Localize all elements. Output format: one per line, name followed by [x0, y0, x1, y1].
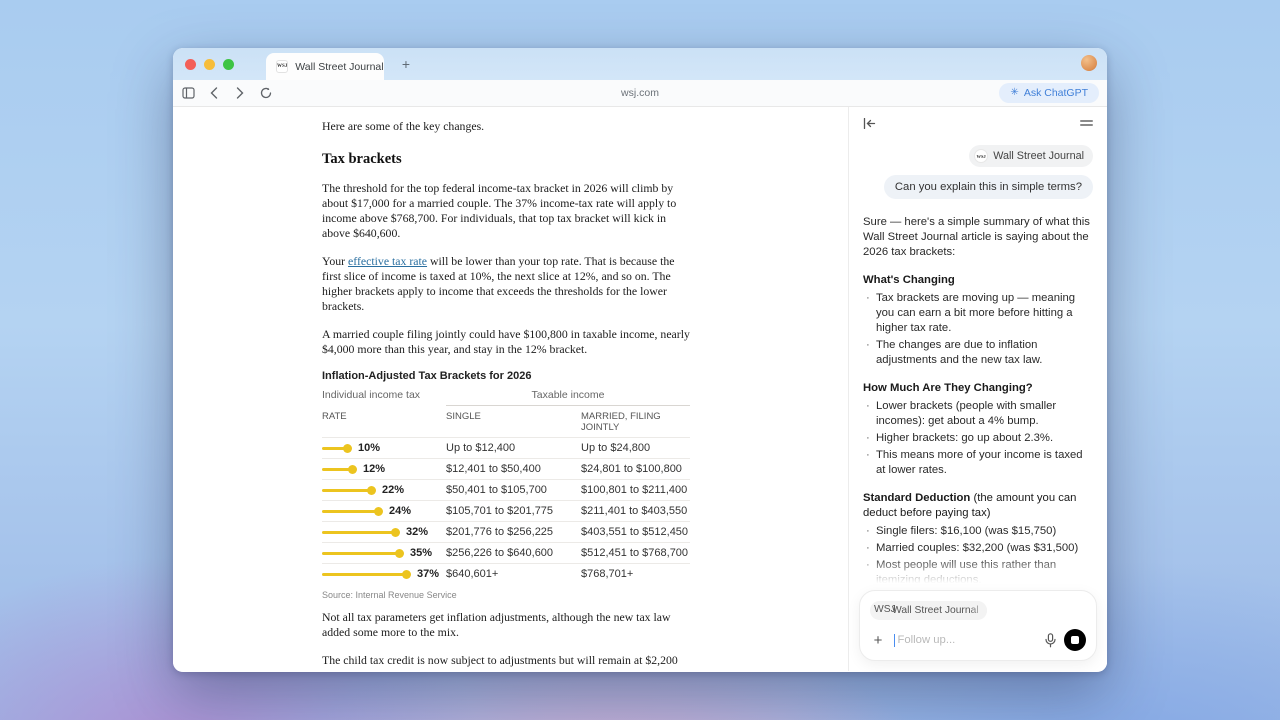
col-rate: RATE	[322, 411, 446, 433]
tab-bar: WSJ Wall Street Journal +	[173, 48, 1107, 80]
back-icon[interactable]	[203, 83, 225, 103]
col-single: SINGLE	[446, 411, 581, 433]
table-left-header: Individual income tax	[322, 389, 446, 406]
wsj-source-icon: WSJ	[974, 149, 988, 163]
chat-thread: WSJ Wall Street Journal Can you explain …	[849, 139, 1107, 590]
table-title: Inflation-Adjusted Tax Brackets for 2026	[322, 370, 690, 382]
col-married: MARRIED, FILING JOINTLY	[581, 411, 690, 433]
browser-toolbar: wsj.com ✳ Ask ChatGPT	[173, 80, 1107, 107]
rate-bar	[322, 447, 348, 450]
bullet-item: The changes are due to inflation adjustm…	[863, 338, 1093, 368]
tab-wall-street-journal[interactable]: WSJ Wall Street Journal	[266, 53, 384, 80]
article-paragraph: The child tax credit is now subject to a…	[322, 653, 690, 671]
wsj-favicon-icon: WSJ	[276, 60, 288, 73]
rate-bar	[322, 510, 379, 513]
bullet-item: Tax brackets are moving up — meaning you…	[863, 291, 1093, 336]
context-chip[interactable]: WSJ Wall Street Journal	[969, 145, 1093, 167]
new-tab-button[interactable]: +	[396, 54, 416, 74]
composer-context-chip[interactable]: WSJ Wall Street Journal	[870, 601, 987, 620]
rate-bar	[322, 531, 396, 534]
section-heading: What's Changing	[863, 273, 1093, 288]
table-source: Source: Internal Revenue Service	[322, 590, 690, 600]
stop-generating-button[interactable]	[1064, 629, 1086, 651]
article-paragraph: Not all tax parameters get inflation adj…	[322, 610, 690, 640]
section-heading: Standard Deduction (the amount you can d…	[863, 491, 1093, 521]
forward-icon[interactable]	[229, 83, 251, 103]
bullet-item: Single filers: $16,100 (was $15,750)	[863, 524, 1093, 539]
table-row: 37% $640,601+$768,701+	[322, 563, 690, 584]
sidebar-toggle-icon[interactable]	[177, 83, 199, 103]
reload-icon[interactable]	[255, 83, 277, 103]
follow-up-text-field[interactable]	[897, 634, 1037, 646]
bullet-list: Single filers: $16,100 (was $15,750) Mar…	[863, 524, 1093, 588]
bullet-item: Lower brackets (people with smaller inco…	[863, 399, 1093, 429]
bullet-item: Married couples: $32,200 (was $31,500)	[863, 541, 1093, 556]
ask-chatgpt-button[interactable]: ✳ Ask ChatGPT	[999, 83, 1099, 103]
rate-bar	[322, 573, 407, 576]
bullet-item: Higher brackets: go up about 2.3%.	[863, 431, 1093, 446]
window-controls	[185, 59, 234, 70]
tab-title: Wall Street Journal	[295, 61, 383, 73]
text-cursor	[894, 634, 895, 647]
table-row: 24% $105,701 to $201,775$211,401 to $403…	[322, 500, 690, 521]
address-bar[interactable]: wsj.com	[621, 87, 659, 99]
article-paragraph: Your effective tax rate will be lower th…	[322, 254, 690, 314]
composer-chip-label: Wall Street Journal	[892, 605, 979, 616]
table-row: 12% $12,401 to $50,400$24,801 to $100,80…	[322, 458, 690, 479]
reply-intro: Sure — here's a simple summary of what t…	[863, 215, 1093, 260]
minimize-window-button[interactable]	[204, 59, 215, 70]
section-heading: How Much Are They Changing?	[863, 381, 1093, 396]
close-window-button[interactable]	[185, 59, 196, 70]
profile-avatar[interactable]	[1081, 55, 1097, 71]
assistant-message: Sure — here's a simple summary of what t…	[863, 215, 1093, 590]
user-message: Can you explain this in simple terms?	[884, 175, 1093, 199]
chatgpt-sidebar: WSJ Wall Street Journal Can you explain …	[848, 107, 1107, 671]
composer: WSJ Wall Street Journal +	[859, 590, 1097, 661]
chatgpt-logo-icon: ✳	[1010, 88, 1018, 98]
article-paragraph: The threshold for the top federal income…	[322, 181, 690, 241]
rate-bar	[322, 552, 400, 555]
follow-up-input[interactable]	[894, 634, 1037, 647]
tax-brackets-table: Inflation-Adjusted Tax Brackets for 2026…	[322, 370, 690, 600]
article-paragraph: A married couple filing jointly could ha…	[322, 327, 690, 357]
table-row: 35% $256,226 to $640,600$512,451 to $768…	[322, 542, 690, 563]
context-chip-label: Wall Street Journal	[993, 150, 1084, 162]
bullet-list: Tax brackets are moving up — meaning you…	[863, 291, 1093, 368]
bullet-item: Most people will use this rather than it…	[863, 558, 1093, 588]
effective-tax-rate-link[interactable]: effective tax rate	[348, 254, 427, 268]
table-right-header: Taxable income	[446, 389, 690, 406]
heading-tax-brackets: Tax brackets	[322, 151, 690, 168]
table-row: 10% Up to $12,400Up to $24,800	[322, 437, 690, 458]
article-pane: Here are some of the key changes. Tax br…	[173, 107, 848, 671]
bullet-list: Lower brackets (people with smaller inco…	[863, 399, 1093, 478]
rate-bar	[322, 468, 353, 471]
article-intro: Here are some of the key changes.	[322, 119, 690, 134]
browser-window: WSJ Wall Street Journal + wsj.com ✳ Ask …	[173, 48, 1107, 672]
rate-bar	[322, 489, 372, 492]
collapse-sidebar-icon[interactable]	[863, 118, 876, 129]
sidebar-menu-icon[interactable]	[1080, 118, 1093, 128]
sidebar-header	[849, 107, 1107, 139]
zoom-window-button[interactable]	[223, 59, 234, 70]
wsj-source-icon: WSJ	[874, 604, 887, 617]
table-row: 32% $201,776 to $256,225$403,551 to $512…	[322, 521, 690, 542]
ask-chatgpt-label: Ask ChatGPT	[1024, 87, 1088, 99]
bullet-item: This means more of your income is taxed …	[863, 448, 1093, 478]
attach-plus-icon[interactable]: +	[870, 632, 886, 649]
microphone-icon[interactable]	[1045, 633, 1056, 648]
table-row: 22% $50,401 to $105,700$100,801 to $211,…	[322, 479, 690, 500]
